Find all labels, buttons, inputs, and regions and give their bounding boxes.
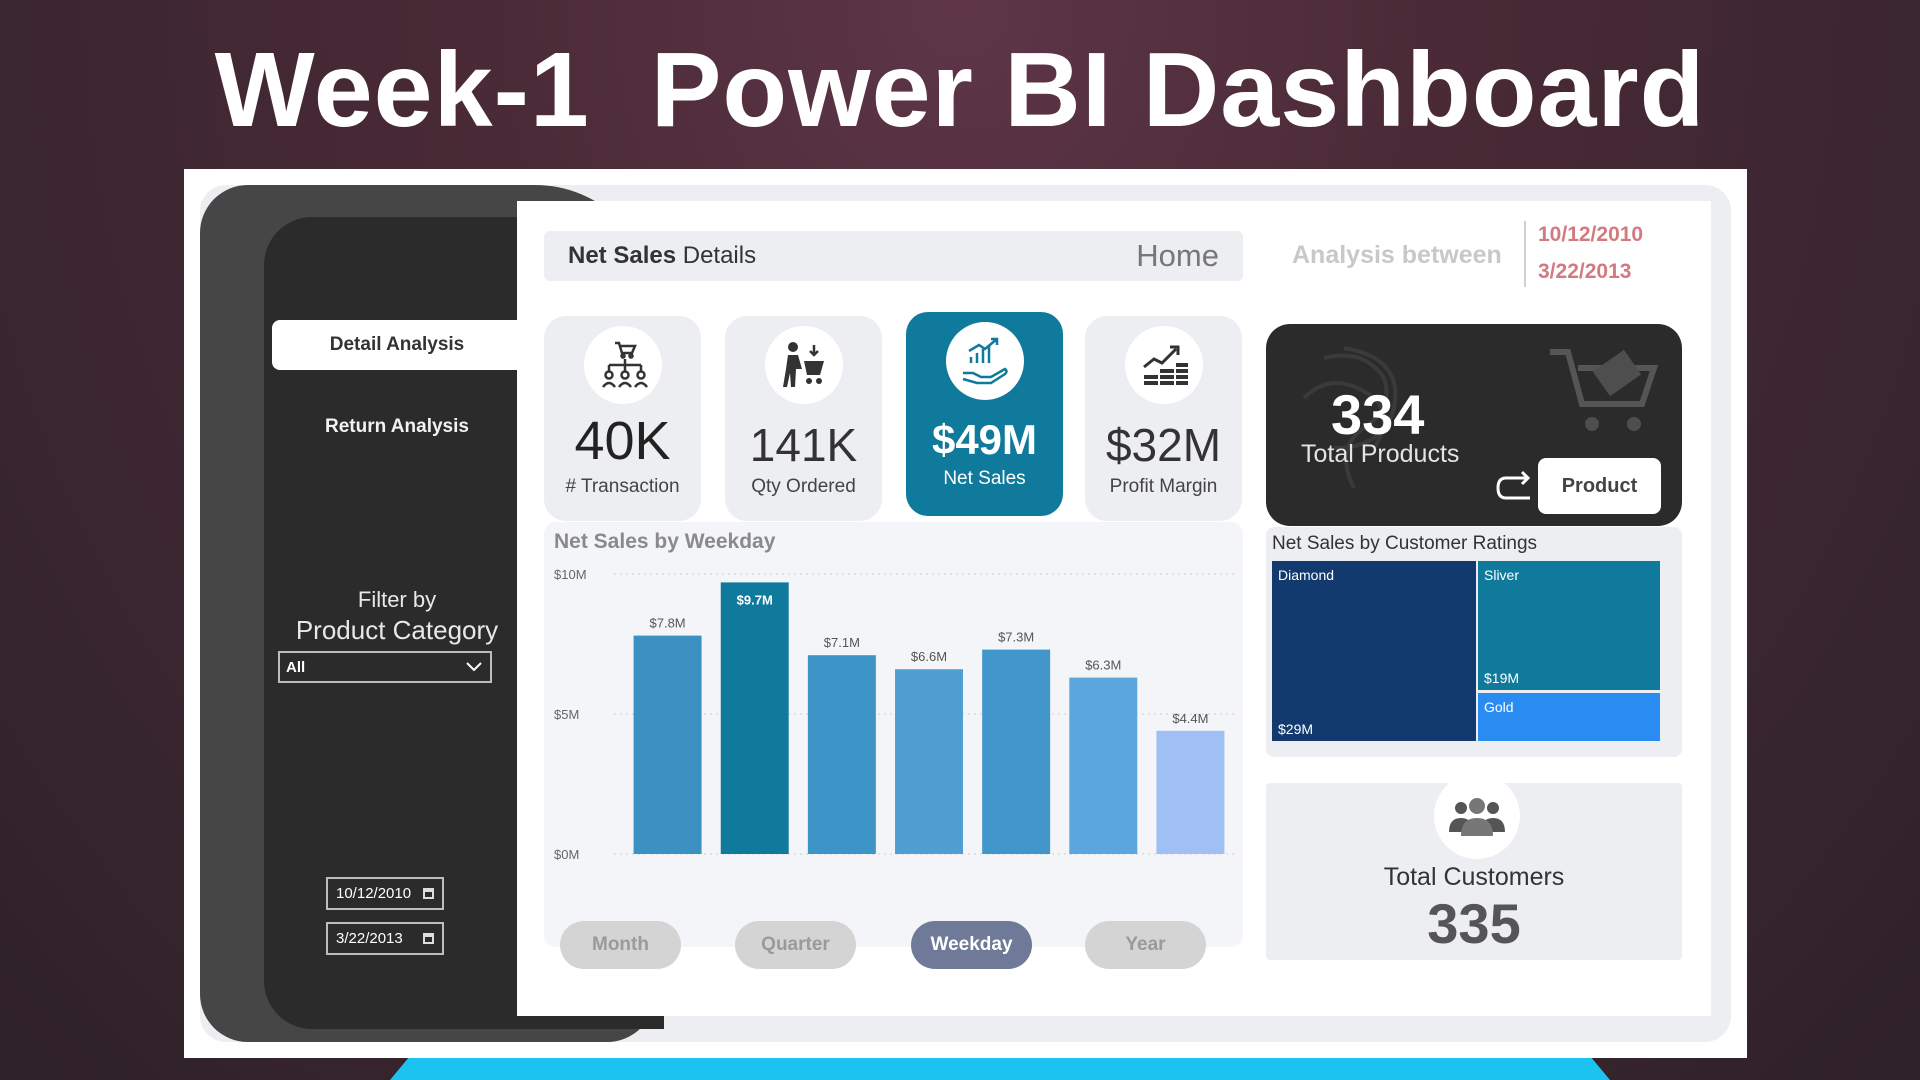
total-customers-value: 335 [1427,892,1521,955]
treemap-tile-diamond[interactable]: Diamond $29M [1272,561,1476,741]
weekday-chart-panel: $0M $5M $10M $7.8M Sun $9.7M Mon $7.1M Tue $6.6M W… [544,522,1243,947]
page-title: Week-1 Power BI Dashboard [214,31,1706,149]
treemap-tile-gold[interactable]: Gold [1478,693,1660,741]
data-label: $7.1M [824,635,860,650]
x-tick-label: Thu [1003,861,1029,862]
weekday-bar-chart: $0M $5M $10M $7.8M Sun $9.7M Mon $7.1M Tue $6.6M W… [554,567,1234,862]
tile-name: Sliver [1484,567,1520,583]
tile-value: $29M [1278,721,1314,737]
x-tick-label: Tue [830,861,854,862]
data-label: $7.8M [650,616,686,631]
kpi-label: Net Sales [943,468,1026,489]
x-tick-label: Sat [1180,861,1202,862]
analysis-start-date: 10/12/2010 [1538,223,1644,246]
header-bar: Net Sales Details Home [544,231,1243,281]
hand-growth-icon [945,322,1024,400]
data-label: $7.3M [998,630,1034,645]
nav-detail-analysis[interactable]: Detail Analysis [272,320,522,370]
coins-chart-icon [1124,326,1203,404]
total-products-card: 334 Total Products Product [1266,324,1682,526]
bar-sun [633,635,702,854]
y-tick-label: $10M [554,567,587,582]
bar-mon [720,582,789,854]
kpi-card-qty-ordered[interactable]: 141K Qty Ordered [725,316,882,521]
analysis-end-date: 3/22/2013 [1538,260,1632,283]
toggle-month[interactable]: Month [560,921,681,969]
chart-title: Net Sales by Weekday [554,530,776,553]
x-tick-label: Fri [1094,861,1112,862]
date-from-input[interactable]: 10/12/2010 [326,877,444,910]
x-tick-label: Mon [740,861,769,862]
kpi-value: 141K [749,419,858,471]
person-cart-icon [764,326,843,404]
date-from-value: 10/12/2010 [336,885,412,902]
bar-sat [1156,730,1225,854]
org-cart-icon [583,326,662,404]
total-customers-label: Total Customers [1383,863,1565,891]
tile-name: Gold [1484,699,1514,715]
kpi-label: # Transaction [565,476,680,497]
filter-label-category: Product Category [295,615,499,645]
divider [1524,221,1526,287]
y-tick-label: $0M [554,847,579,862]
toggle-weekday[interactable]: Weekday [911,921,1032,969]
treemap-title: Net Sales by Customer Ratings [1272,533,1538,554]
kpi-card-profit-margin[interactable]: $32M Profit Margin [1085,316,1242,521]
kpi-value: $49M [931,416,1038,463]
bar-fri [1069,677,1138,854]
category-dropdown[interactable]: All [278,651,492,683]
header-title: Net Sales Details [568,242,757,269]
data-label: $9.7M [737,592,773,607]
total-customers-card: Total Customers 335 [1266,773,1682,960]
customer-ratings-treemap: Net Sales by Customer Ratings Diamond $2… [1266,527,1682,757]
data-label: $6.6M [911,649,947,664]
bottom-accent-band [390,1058,1610,1080]
bar-thu [982,649,1051,854]
kpi-card-transactions[interactable]: 40K # Transaction [544,316,701,521]
product-button[interactable]: Product [1538,458,1661,514]
analysis-label: Analysis between [1292,241,1502,269]
kpi-label: Qty Ordered [751,476,856,497]
date-to-value: 3/22/2013 [336,930,403,947]
dashboard-frame: Detail Analysis Return Analysis Filter b… [184,169,1747,1058]
dropdown-value: All [286,658,306,676]
chevron-down-icon [466,662,482,672]
nav-return-analysis[interactable]: Return Analysis [272,407,522,447]
x-tick-label: Wed [914,861,943,862]
tile-name: Diamond [1278,567,1335,583]
kpi-value: 40K [574,411,671,471]
bar-wed [895,669,963,854]
calendar-icon [423,933,434,944]
home-button[interactable]: Home [1136,238,1219,274]
data-label: $4.4M [1172,711,1208,726]
total-products-label: Total Products [1301,440,1460,468]
customers-group-icon [1434,773,1520,859]
treemap-tile-sliver[interactable]: Sliver $19M [1478,561,1660,690]
kpi-value: $32M [1105,419,1222,471]
kpi-card-net-sales[interactable]: $49M Net Sales [906,312,1063,516]
date-to-input[interactable]: 3/22/2013 [326,922,444,955]
toggle-quarter[interactable]: Quarter [735,921,856,969]
toggle-year[interactable]: Year [1085,921,1206,969]
cart-watermark-icon [1550,349,1659,431]
return-arrow-icon [1496,470,1531,500]
tile-value: $19M [1484,670,1520,686]
calendar-icon [423,888,434,899]
kpi-label: Profit Margin [1109,476,1218,497]
total-products-value: 334 [1331,383,1425,446]
data-label: $6.3M [1085,658,1121,673]
filter-label: Filter by [357,587,437,612]
x-tick-label: Sun [654,861,680,862]
bar-tue [807,655,876,854]
y-tick-label: $5M [554,707,579,722]
